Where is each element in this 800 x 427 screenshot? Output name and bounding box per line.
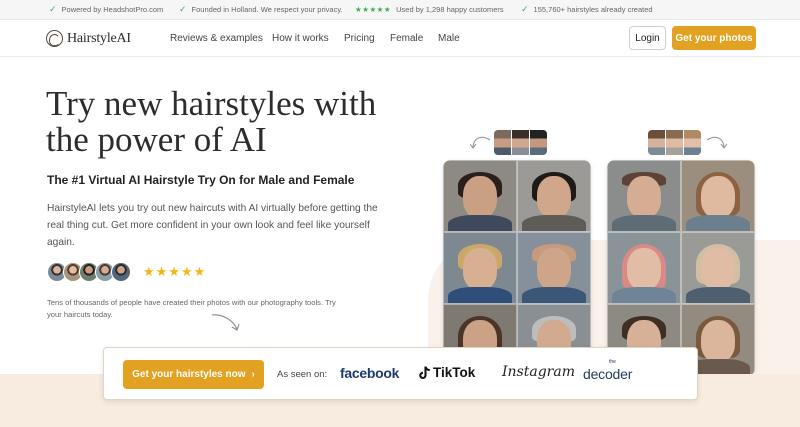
social-proof-note: Tens of thousands of people have created…: [47, 298, 336, 319]
curved-arrow-icon: [470, 136, 491, 149]
main-nav: HairstyleAI Reviews & examples How it wo…: [0, 20, 800, 57]
before-thumbnails-male: [494, 130, 547, 155]
tiktok-logo-icon: [419, 366, 430, 379]
male-hairstyle-gallery: [443, 160, 591, 376]
hairstyle-photo: [517, 160, 591, 232]
info-item-powered: ✓ Powered by HeadshotPro.com: [49, 4, 163, 15]
as-seen-on-label: As seen on:: [277, 369, 328, 380]
info-item-created: ✓ 155,760+ hairstyles already created: [521, 4, 653, 15]
hairstyleai-logo-icon: [46, 30, 63, 47]
tiktok-logo: TikTok: [419, 365, 475, 380]
thumbnail: [648, 130, 665, 155]
customer-avatars: [47, 262, 131, 282]
thumbnail: [684, 130, 701, 155]
hairstyle-photo: [443, 232, 517, 304]
hairstyle-photo: [517, 232, 591, 304]
nav-link-how-it-works[interactable]: How it works: [272, 33, 329, 44]
nav-link-male[interactable]: Male: [438, 33, 460, 44]
before-thumbnails-female: [648, 130, 701, 155]
thumbnail: [530, 130, 547, 155]
star-rating-icon: ★★★★★: [355, 5, 392, 14]
hairstyle-photo: [681, 232, 755, 304]
thumbnail: [512, 130, 529, 155]
decoder-logo: decoder: [583, 366, 633, 382]
thumbnail: [494, 130, 511, 155]
info-text: Founded in Holland. We respect your priv…: [191, 5, 343, 14]
login-button[interactable]: Login: [629, 26, 666, 50]
button-label: Get your hairstyles now: [132, 369, 246, 380]
nav-link-female[interactable]: Female: [390, 33, 423, 44]
avatar: [111, 262, 131, 282]
rating-stars: ★★★★★: [143, 264, 207, 279]
check-icon: ✓: [179, 4, 187, 14]
info-text: 155,760+ hairstyles already created: [533, 5, 653, 14]
cta-bar: Get your hairstyles now › As seen on: fa…: [103, 347, 698, 400]
get-hairstyles-button[interactable]: Get your hairstyles now ›: [123, 360, 264, 389]
info-text: Used by 1,298 happy customers: [396, 5, 504, 14]
decoder-logo-prefix: the: [609, 359, 616, 365]
get-photos-button[interactable]: Get your photos: [672, 26, 756, 50]
thumbnail: [666, 130, 683, 155]
check-icon: ✓: [521, 4, 529, 14]
top-info-bar: ✓ Powered by HeadshotPro.com ✓ Founded i…: [0, 0, 800, 20]
info-text: Powered by HeadshotPro.com: [61, 5, 164, 14]
hairstyle-photo: [681, 160, 755, 232]
facebook-logo: facebook: [340, 365, 400, 381]
logo-text: HairstyleAI: [67, 30, 131, 46]
site-logo[interactable]: HairstyleAI: [46, 30, 131, 47]
nav-link-pricing[interactable]: Pricing: [344, 33, 375, 44]
check-icon: ✓: [49, 4, 57, 14]
hero-description: HairstyleAI lets you try out new haircut…: [47, 203, 378, 248]
hairstyle-photo: [443, 160, 517, 232]
tiktok-text: TikTok: [433, 365, 476, 380]
nav-link-reviews[interactable]: Reviews & examples: [170, 33, 263, 44]
chevron-right-icon: ›: [251, 369, 255, 380]
female-hairstyle-gallery: [607, 160, 755, 376]
info-item-founded: ✓ Founded in Holland. We respect your pr…: [179, 4, 343, 15]
hero-subtitle: The #1 Virtual AI Hairstyle Try On for M…: [47, 173, 355, 187]
hairstyle-photo: [607, 232, 681, 304]
hairstyle-photo: [607, 160, 681, 232]
curved-arrow-icon: [211, 314, 240, 331]
instagram-logo: Instagram: [502, 364, 575, 380]
curved-arrow-icon: [706, 136, 727, 149]
info-item-customers: ★★★★★ Used by 1,298 happy customers: [355, 5, 504, 14]
hero-title: Try new hairstyles with the power of AI: [46, 84, 377, 159]
